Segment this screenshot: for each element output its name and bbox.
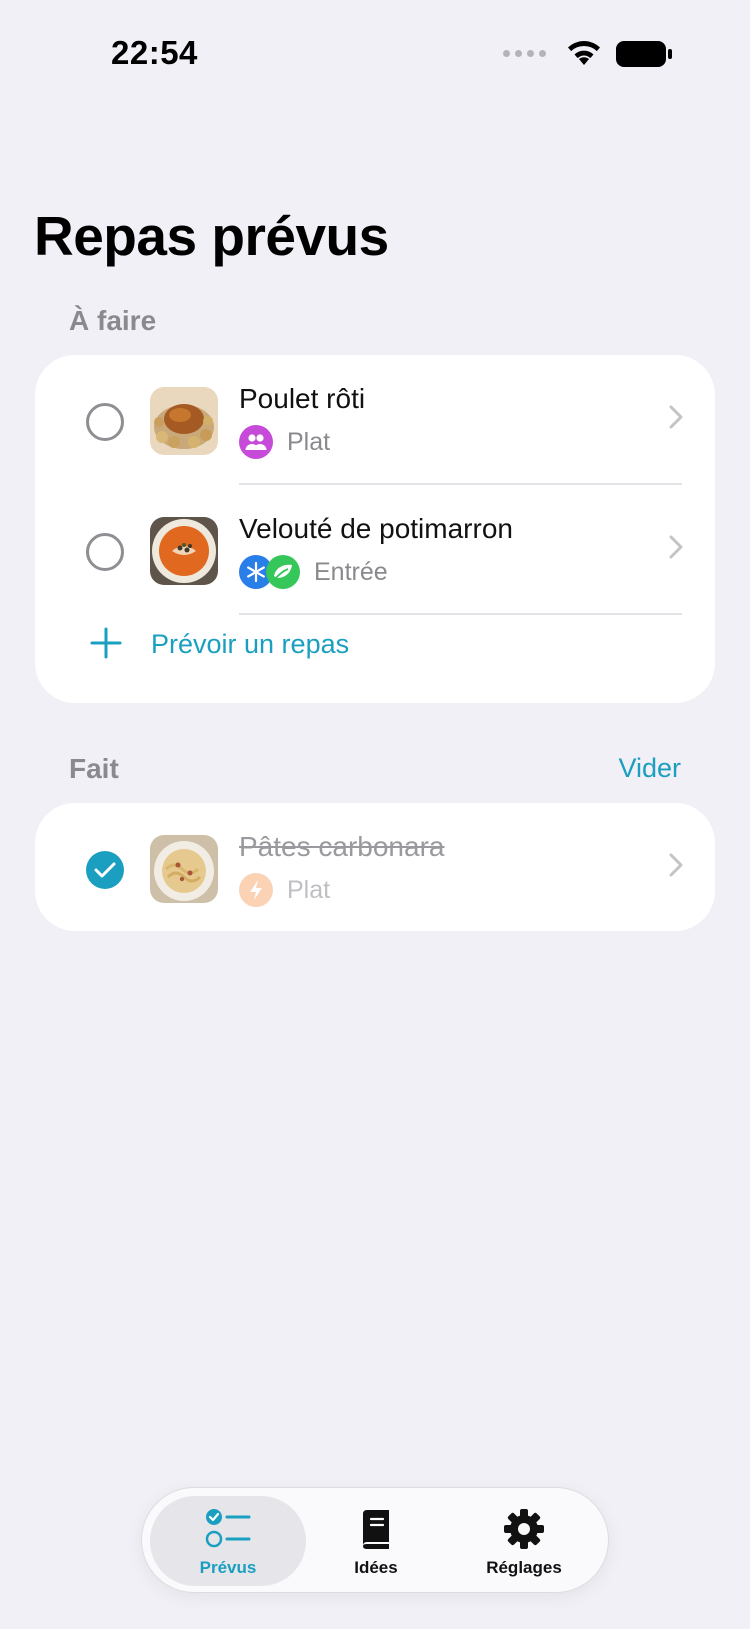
meal-name: Pâtes carbonara xyxy=(239,831,445,862)
status-time: 22:54 xyxy=(111,34,198,71)
meal-thumbnail-pasta-carbonara xyxy=(150,835,218,903)
page-title: Repas prévus xyxy=(34,205,389,267)
leaf-icon xyxy=(266,555,300,589)
meal-name: Velouté de potimarron xyxy=(239,513,513,544)
meal-row-veloute-potimarron[interactable]: Velouté de potimarron Entrée xyxy=(35,485,715,615)
section-header-todo: À faire xyxy=(69,305,157,336)
lightning-icon xyxy=(239,873,273,907)
book-icon xyxy=(363,1510,389,1549)
todo-card: Poulet rôti Plat Velouté de potimarron E… xyxy=(35,355,715,703)
meal-thumbnail-roast-chicken xyxy=(150,387,218,455)
meal-thumbnail-pumpkin-soup xyxy=(150,517,218,585)
done-card: Pâtes carbonara Plat xyxy=(35,803,715,931)
checklist-icon xyxy=(205,1509,251,1548)
tab-idees[interactable]: Idées xyxy=(298,1496,454,1586)
chevron-right-icon xyxy=(669,853,683,877)
complete-checkbox[interactable] xyxy=(86,403,124,441)
add-meal-label: Prévoir un repas xyxy=(151,629,350,659)
complete-checkbox-checked[interactable] xyxy=(86,851,124,889)
people-icon xyxy=(239,425,273,459)
battery-icon xyxy=(616,40,672,67)
section-header-done: Fait xyxy=(69,753,119,784)
tab-prevus[interactable]: Prévus xyxy=(150,1496,306,1586)
meal-row-poulet-roti[interactable]: Poulet rôti Plat xyxy=(35,355,715,485)
tab-label: Idées xyxy=(354,1558,398,1577)
status-icons xyxy=(503,40,672,67)
meal-meta: Plat xyxy=(239,425,330,459)
add-meal-button[interactable]: Prévoir un repas xyxy=(35,613,715,683)
meal-row-pates-carbonara[interactable]: Pâtes carbonara Plat xyxy=(35,803,715,933)
clear-done-button[interactable]: Vider xyxy=(618,753,681,784)
tab-label: Prévus xyxy=(199,1558,257,1577)
meal-course: Plat xyxy=(287,875,331,904)
meal-name: Poulet rôti xyxy=(239,383,366,414)
chevron-right-icon xyxy=(669,405,683,429)
chevron-right-icon xyxy=(669,535,683,559)
meal-meta: Plat xyxy=(239,873,330,907)
plus-icon xyxy=(90,627,122,659)
meal-meta: Entrée xyxy=(239,555,388,589)
wifi-icon xyxy=(568,41,600,65)
meal-course: Entrée xyxy=(314,557,388,586)
checkmark-icon xyxy=(94,862,116,878)
status-bar: 22:54 xyxy=(0,0,750,110)
meal-course: Plat xyxy=(287,427,331,456)
tab-reglages[interactable]: Réglages xyxy=(446,1496,602,1586)
tab-bar: Prévus Idées Réglages xyxy=(141,1487,609,1593)
gear-icon xyxy=(504,1509,544,1549)
tab-label: Réglages xyxy=(486,1558,562,1577)
complete-checkbox[interactable] xyxy=(86,533,124,571)
signal-dots-icon xyxy=(503,50,546,57)
